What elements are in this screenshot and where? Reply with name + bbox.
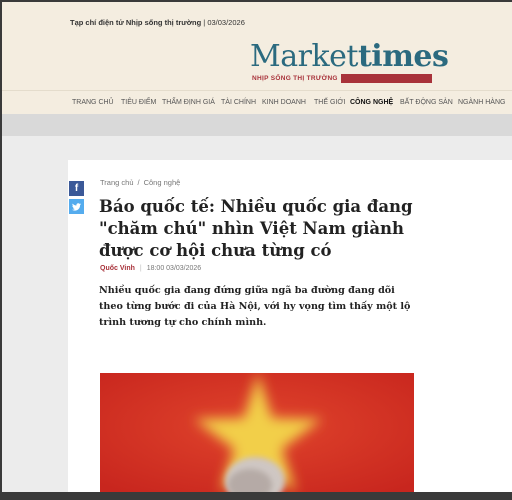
nav-item-tieu-diem[interactable]: TIÊU ĐIỂM — [121, 99, 156, 106]
site-header: Markettimes NHỊP SỐNG THỊ TRƯỜNG — [2, 34, 512, 90]
breadcrumb-home[interactable]: Trang chủ — [100, 178, 134, 187]
article-hero-image[interactable] — [100, 373, 414, 492]
site-info-text: Tạp chí điện tử Nhịp sống thị trường | 0… — [70, 18, 245, 27]
ad-band — [2, 114, 512, 136]
current-date: 03/03/2026 — [207, 18, 245, 27]
nav-item-the-gioi[interactable]: THẾ GIỚI — [314, 99, 345, 106]
nav-item-trang-chu[interactable]: TRANG CHỦ — [72, 99, 114, 106]
facebook-share-button[interactable]: f — [69, 181, 84, 196]
nav-item-nganh-hang[interactable]: NGÀNH HÀNG — [458, 99, 505, 106]
article-author[interactable]: Quốc Vinh — [100, 265, 135, 272]
breadcrumb: Trang chủ / Công nghệ — [100, 178, 180, 187]
article-title: Báo quốc tế: Nhiều quốc gia đang "chăm c… — [99, 197, 413, 260]
facebook-icon: f — [74, 183, 79, 194]
nav-item-bat-dong-san[interactable]: BẤT ĐỘNG SẢN — [400, 99, 453, 106]
nav-item-tham-dinh-gia[interactable]: THẨM ĐỊNH GIÁ — [162, 99, 215, 106]
logo-wordmark: Markettimes — [250, 39, 449, 74]
logo-tagline: NHỊP SỐNG THỊ TRƯỜNG — [252, 74, 341, 83]
nav-item-kinh-doanh[interactable]: KINH DOANH — [262, 99, 306, 106]
article-meta: Quốc Vinh | 18:00 03/03/2026 — [100, 265, 202, 272]
twitter-share-button[interactable] — [69, 199, 84, 214]
article-time: 18:00 03/03/2026 — [146, 265, 202, 272]
window-frame-bottom — [0, 492, 512, 500]
nav-item-tai-chinh[interactable]: TÀI CHÍNH — [221, 99, 256, 106]
breadcrumb-category[interactable]: Công nghệ — [144, 178, 181, 187]
hero-image-graphic — [100, 373, 414, 492]
main-navigation: TRANG CHỦ TIÊU ĐIỂM THẨM ĐỊNH GIÁ TÀI CH… — [2, 90, 512, 114]
article-summary: Nhiều quốc gia đang đứng giữa ngã ba đườ… — [99, 285, 411, 328]
nav-item-cong-nghe[interactable]: CÔNG NGHỆ — [350, 99, 393, 106]
twitter-icon — [72, 202, 81, 211]
site-description: Tạp chí điện tử Nhịp sống thị trường — [70, 18, 202, 27]
site-logo[interactable]: Markettimes NHỊP SỐNG THỊ TRƯỜNG — [250, 40, 449, 83]
breadcrumb-separator: / — [137, 178, 140, 187]
top-info-bar: Tạp chí điện tử Nhịp sống thị trường | 0… — [2, 2, 512, 34]
